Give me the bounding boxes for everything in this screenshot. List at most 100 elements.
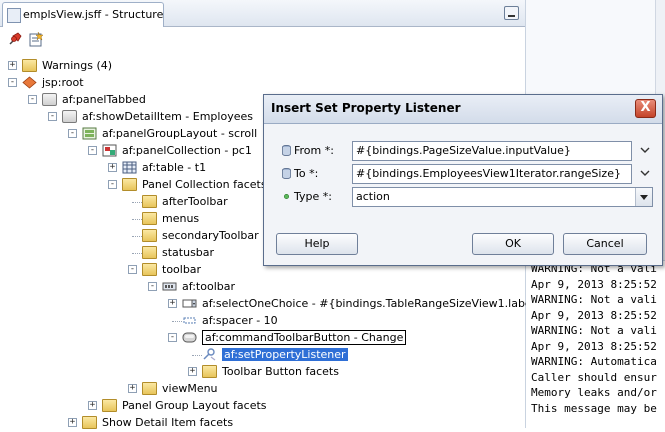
panel-group-layout-icon [82,127,97,140]
tree-item-label: Toolbar Button facets [222,365,339,378]
folder-icon [102,399,117,412]
console-line: Memory leaks and/or [531,386,657,399]
console-line: WARNING: Not a vali [531,324,657,337]
expand-icon[interactable]: + [88,401,97,410]
show-detail-item-icon [62,110,77,123]
folder-icon [142,229,157,242]
folder-icon [142,212,157,225]
console-line: WARNING: Not a vali [531,293,657,306]
expand-icon[interactable]: + [68,418,77,427]
tree-connector [132,253,142,254]
minimize-button[interactable] [504,6,519,20]
tree-item-label: af:toolbar [182,280,236,293]
console-line: Apr 9, 2013 8:25:52 [531,277,657,291]
tree-item-label: Warnings (4) [42,59,113,72]
collapse-icon[interactable]: - [148,282,157,291]
expand-icon[interactable]: + [108,163,117,172]
tree-connector [132,236,142,237]
select-one-choice-icon [182,297,197,310]
command-button-icon [182,331,197,344]
folder-icon [142,195,157,208]
expand-icon[interactable]: + [8,61,17,70]
tree-connector [132,219,142,220]
cancel-button[interactable]: Cancel [563,233,647,255]
tree-item-label: Show Detail Item facets [102,416,234,429]
tree-item-label: af:showDetailItem - Employees [82,110,253,123]
tree-item-label: af:panelCollection - pc1 [122,144,252,157]
tree-item-label: Panel Collection facets [142,178,267,191]
dialog-title: Insert Set Property Listener [271,101,461,115]
help-button[interactable]: Help [276,233,358,255]
to-input[interactable]: #{bindings.EmployeesView1Iterator.rangeS… [352,164,632,184]
folder-icon [142,382,157,395]
type-select-value: action [356,190,390,203]
collapse-icon[interactable]: - [8,78,17,87]
database-icon [282,168,291,179]
tree-item-label: statusbar [162,246,215,259]
tree-item-label: af:spacer - 10 [202,314,278,327]
folder-icon [22,59,37,72]
tree-item-label: af:table - t1 [142,161,207,174]
folder-icon [82,416,97,429]
tree-item-label: toolbar [162,263,202,276]
tree-item-label: secondaryToolbar [162,229,259,242]
folder-icon [142,246,157,259]
folder-icon [142,263,157,276]
tree-item-label: menus [162,212,200,225]
expand-icon[interactable]: + [168,299,177,308]
folder-icon [202,365,217,378]
collapse-icon[interactable]: - [88,146,97,155]
tree-item-label: af:setPropertyListener [222,348,348,361]
chevron-down-icon[interactable] [640,168,650,178]
structure-tab-title: emplsView.jsff - Structure [23,8,164,21]
console-line: Apr 9, 2013 8:25:52 [531,339,657,353]
pin-icon[interactable] [7,31,23,47]
dropdown-arrow-icon[interactable] [635,188,652,206]
tree-connector [192,355,202,356]
page-file-icon [7,8,21,23]
console-line: Caller should ensur [531,370,657,384]
tree-item-label: afterToolbar [162,195,228,208]
tree-item-label: af:commandToolbarButton - Change [202,330,407,345]
from-input[interactable]: #{bindings.PageSizeValue.inputValue} [352,141,632,161]
ok-button[interactable]: OK [472,233,554,255]
type-select[interactable]: action [352,187,653,207]
property-listener-icon [202,348,217,361]
tree-connector [172,321,182,322]
insert-set-property-listener-dialog: Insert Set Property Listener X From *: #… [263,94,663,266]
freeze-view-icon[interactable] [28,31,44,47]
log-console: WARNING: Not a vali Apr 9, 2013 8:25:52 … [526,260,665,428]
console-line: WARNING: Automatica [531,355,657,368]
structure-tab-bar: emplsView.jsff - Structure [0,0,525,27]
console-line: Apr 9, 2013 8:25:52 [531,308,657,322]
collapse-icon[interactable]: - [128,265,137,274]
tree-item-label: af:panelTabbed [62,93,146,106]
collapse-icon[interactable]: - [108,180,117,189]
tree-item-label: af:selectOneChoice - #{bindings.TableRan… [202,297,542,310]
jsp-root-icon [22,76,37,89]
chevron-down-icon[interactable] [640,145,650,155]
structure-tab[interactable]: emplsView.jsff - Structure [2,2,164,27]
database-icon [282,145,291,156]
collapse-icon[interactable]: - [68,129,77,138]
type-label: Type *: [294,190,332,203]
expand-icon[interactable]: + [128,384,137,393]
dialog-title-bar[interactable]: Insert Set Property Listener X [264,95,662,124]
tree-item-label: jsp:root [42,76,84,89]
table-icon [122,161,137,174]
tree-connector [132,202,142,203]
to-label: To *: [294,167,319,180]
toolbar-icon [162,280,177,293]
folder-icon [122,178,137,191]
close-button[interactable]: X [635,99,656,118]
panel-tabbed-icon [42,93,57,106]
collapse-icon[interactable]: - [28,95,37,104]
tree-item-label: Panel Group Layout facets [122,399,267,412]
spacer-icon [182,314,197,327]
console-line: This message may be [531,401,657,415]
collapse-icon[interactable]: - [168,333,177,342]
collapse-icon[interactable]: - [48,112,57,121]
panel-collection-icon [102,144,117,157]
expand-icon[interactable]: + [188,367,197,376]
required-dot-icon [283,193,290,200]
